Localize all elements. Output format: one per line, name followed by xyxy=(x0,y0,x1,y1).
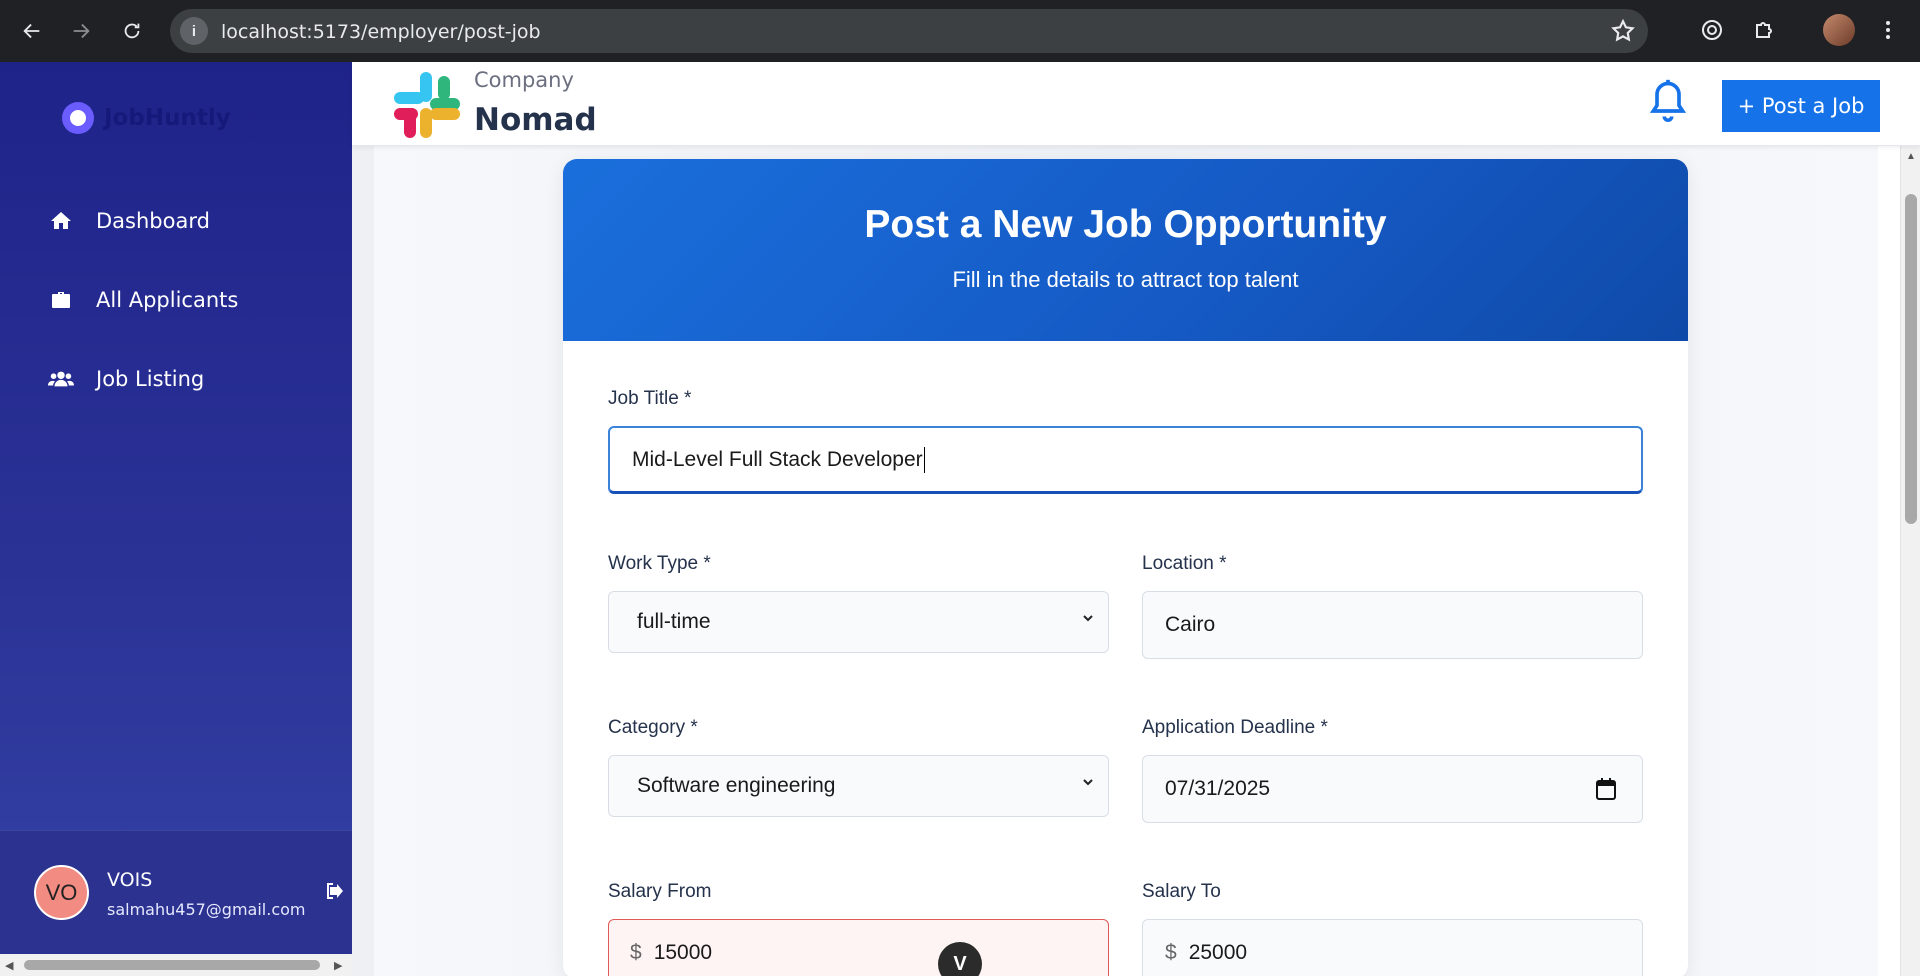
more-icon[interactable] xyxy=(1872,14,1904,46)
bell-icon[interactable] xyxy=(1646,76,1690,124)
work-type-label: Work Type * xyxy=(608,553,711,574)
location-label: Location * xyxy=(1142,553,1227,574)
horizontal-scrollbar[interactable]: ◀ ▶ xyxy=(0,954,352,976)
company-label: Company xyxy=(474,68,574,92)
work-type-value: full-time xyxy=(637,610,711,633)
url-text[interactable]: localhost:5173/employer/post-job xyxy=(221,21,541,43)
job-title-value: Mid-Level Full Stack Developer xyxy=(632,447,923,471)
profile-avatar[interactable] xyxy=(1823,14,1855,46)
post-a-job-button[interactable]: + Post a Job xyxy=(1722,80,1880,132)
form-subtitle: Fill in the details to attract top talen… xyxy=(952,267,1299,292)
salary-to-input[interactable]: $ 25000 xyxy=(1142,919,1643,976)
form-title: Post a New Job Opportunity xyxy=(864,203,1387,246)
sidebar-item-all-applicants[interactable]: All Applicants xyxy=(46,287,238,313)
logout-icon[interactable] xyxy=(322,879,348,903)
salary-from-input[interactable]: $ 15000 xyxy=(608,919,1109,976)
currency-symbol: $ xyxy=(1165,941,1177,964)
forward-icon[interactable] xyxy=(63,13,99,49)
scroll-up-arrow-icon[interactable]: ▲ xyxy=(1906,151,1916,162)
job-title-label: Job Title * xyxy=(608,388,692,409)
text-cursor xyxy=(923,446,925,473)
user-name: VOIS xyxy=(107,869,153,891)
deadline-label: Application Deadline * xyxy=(1142,717,1328,738)
chevron-down-icon xyxy=(1083,779,1093,786)
top-header: Company Nomad + Post a Job xyxy=(352,62,1920,146)
sidebar-item-label: Dashboard xyxy=(96,209,210,233)
info-icon[interactable]: i xyxy=(180,17,208,45)
category-select[interactable]: Software engineering xyxy=(608,755,1109,817)
scrollbar-thumb[interactable] xyxy=(24,960,320,970)
user-email: salmahu457@gmail.com xyxy=(107,900,306,919)
address-bar[interactable]: i localhost:5173/employer/post-job xyxy=(170,9,1648,53)
scroll-left-arrow-icon[interactable]: ◀ xyxy=(5,959,13,972)
location-value: Cairo xyxy=(1165,613,1216,636)
scroll-right-arrow-icon[interactable]: ▶ xyxy=(334,959,342,972)
sidebar-item-job-listing[interactable]: Job Listing xyxy=(46,366,204,392)
reload-icon[interactable] xyxy=(114,13,150,49)
salary-to-value: 25000 xyxy=(1188,941,1248,964)
star-icon[interactable] xyxy=(1610,18,1636,44)
work-type-select[interactable]: full-time xyxy=(608,591,1109,653)
company-name: Nomad xyxy=(474,102,597,138)
calendar-icon[interactable] xyxy=(1596,778,1616,800)
users-icon xyxy=(46,366,76,392)
chevron-down-icon xyxy=(1083,615,1093,622)
browser-toolbar: i localhost:5173/employer/post-job xyxy=(0,0,1920,62)
sidebar: JobHuntly Dashboard All Applicants Job L… xyxy=(0,62,352,976)
brand[interactable]: JobHuntly xyxy=(62,102,231,134)
home-icon xyxy=(46,208,76,234)
salary-from-label: Salary From xyxy=(608,881,712,902)
sidebar-item-dashboard[interactable]: Dashboard xyxy=(46,208,210,234)
puzzle-icon[interactable] xyxy=(1748,14,1780,46)
brand-name: JobHuntly xyxy=(104,105,231,131)
back-icon[interactable] xyxy=(14,13,50,49)
post-job-form-card: Post a New Job Opportunity Fill in the d… xyxy=(563,159,1688,976)
sidebar-item-label: All Applicants xyxy=(96,288,239,312)
vertical-scrollbar[interactable]: ▲ xyxy=(1900,146,1920,976)
deadline-value: 07/31/2025 xyxy=(1165,777,1271,800)
brand-logo-icon xyxy=(62,102,94,134)
currency-symbol: $ xyxy=(630,941,642,964)
salary-from-value: 15000 xyxy=(653,941,713,964)
job-title-input[interactable]: Mid-Level Full Stack Developer xyxy=(608,426,1643,494)
scrollbar-thumb[interactable] xyxy=(1905,194,1917,524)
form-header: Post a New Job Opportunity Fill in the d… xyxy=(563,159,1688,341)
location-input[interactable]: Cairo xyxy=(1142,591,1643,659)
extension-icon[interactable] xyxy=(1696,14,1728,46)
salary-to-label: Salary To xyxy=(1142,881,1221,902)
content-divider xyxy=(352,146,374,976)
briefcase-icon xyxy=(46,287,76,313)
category-label: Category * xyxy=(608,717,698,738)
category-value: Software engineering xyxy=(637,774,836,797)
deadline-date-input[interactable]: 07/31/2025 xyxy=(1142,755,1643,823)
company-logo-icon xyxy=(394,72,460,138)
sidebar-item-label: Job Listing xyxy=(96,367,205,391)
avatar[interactable]: VO xyxy=(34,865,89,920)
